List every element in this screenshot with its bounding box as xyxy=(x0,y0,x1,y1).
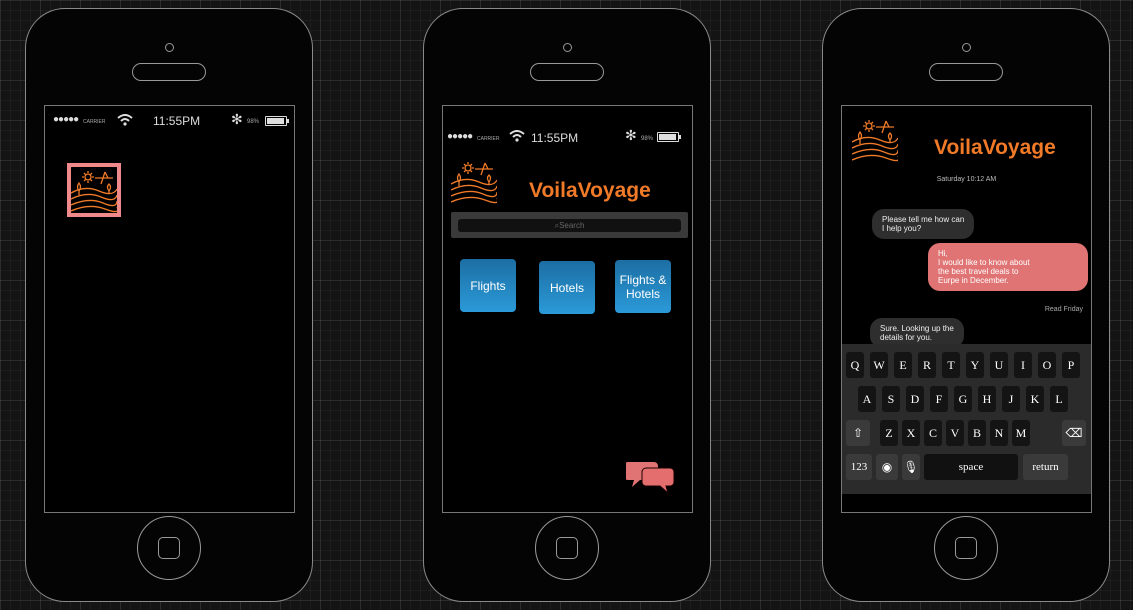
phone-splash: ●●●●● CARRIER 11:55PM ✻ 98% xyxy=(25,8,313,602)
status-bar: ●●●●● CARRIER 11:55PM ✻ 98% xyxy=(45,106,294,134)
speaker-slot xyxy=(132,63,206,81)
shift-icon: ⇧ xyxy=(852,426,864,440)
mic-key[interactable]: 🎙 xyxy=(902,454,920,480)
search-placeholder: Search xyxy=(559,221,585,230)
battery-fill xyxy=(659,134,676,140)
camera-dot xyxy=(962,43,971,52)
key-a[interactable]: A xyxy=(858,386,876,412)
app-logo-selected[interactable] xyxy=(67,163,121,217)
key-f[interactable]: F xyxy=(930,386,948,412)
key-z[interactable]: Z xyxy=(880,420,898,446)
bluetooth-icon: ✻ xyxy=(231,111,243,127)
battery-icon xyxy=(657,132,681,142)
key-x[interactable]: X xyxy=(902,420,920,446)
key-o[interactable]: O xyxy=(1038,352,1056,378)
key-n[interactable]: N xyxy=(990,420,1008,446)
splash-screen: ●●●●● CARRIER 11:55PM ✻ 98% xyxy=(44,105,295,513)
battery-percent: 98% xyxy=(247,119,260,125)
key-g[interactable]: G xyxy=(954,386,972,412)
phone-chat: VoilaVoyage Saturday 10:12 AM Please tel… xyxy=(822,8,1110,602)
flights-label: Flights xyxy=(470,278,506,293)
signal-dots: ●●●●● xyxy=(53,114,79,125)
shift-key[interactable]: ⇧ xyxy=(846,420,870,446)
key-v[interactable]: V xyxy=(946,420,964,446)
key-s[interactable]: S xyxy=(882,386,900,412)
wifi-icon xyxy=(117,114,133,126)
key-y[interactable]: Y xyxy=(966,352,984,378)
message-user: Hi, I would like to know about the best … xyxy=(928,243,1088,291)
carrier-label: CARRIER xyxy=(477,136,500,142)
key-u[interactable]: U xyxy=(990,352,1008,378)
key-j[interactable]: J xyxy=(1002,386,1020,412)
battery-percent: 98% xyxy=(641,136,654,142)
speaker-slot xyxy=(929,63,1003,81)
home-button-icon xyxy=(158,537,180,559)
home-button-icon xyxy=(556,537,578,559)
chat-screen: VoilaVoyage Saturday 10:12 AM Please tel… xyxy=(841,105,1092,513)
status-bar: ●●●●● CARRIER 11:55PM ✻ 98% xyxy=(443,123,692,151)
battery-icon xyxy=(265,116,289,126)
key-m[interactable]: M xyxy=(1012,420,1030,446)
home-button[interactable] xyxy=(934,516,998,580)
flights-hotels-button[interactable]: Flights & Hotels xyxy=(615,260,671,313)
keyboard: Q W E R T Y U I O P A S D F G H J K L ⇧ … xyxy=(842,344,1091,494)
mic-icon: 🎙 xyxy=(903,460,919,474)
key-k[interactable]: K xyxy=(1026,386,1044,412)
voilavoyage-logo-icon xyxy=(70,171,119,213)
key-t[interactable]: T xyxy=(942,352,960,378)
chat-timestamp: Saturday 10:12 AM xyxy=(936,176,997,183)
backspace-key[interactable]: ⌫ xyxy=(1062,420,1086,446)
globe-key[interactable]: ◉ xyxy=(876,454,898,480)
hotels-button[interactable]: Hotels xyxy=(539,261,595,314)
key-d[interactable]: D xyxy=(906,386,924,412)
key-q[interactable]: Q xyxy=(846,352,864,378)
carrier-label: CARRIER xyxy=(83,119,106,125)
bluetooth-icon: ✻ xyxy=(625,127,637,143)
camera-dot xyxy=(165,43,174,52)
phone-home: ●●●●● CARRIER 11:55PM ✻ 98% VoilaVoyage xyxy=(423,8,711,602)
home-button[interactable] xyxy=(137,516,201,580)
signal-dots: ●●●●● xyxy=(447,131,473,142)
battery-nub xyxy=(679,135,681,139)
status-time: 11:55PM xyxy=(153,114,201,128)
key-h[interactable]: H xyxy=(978,386,996,412)
key-c[interactable]: C xyxy=(924,420,942,446)
search-bar: ⌕Search xyxy=(451,212,688,238)
search-input[interactable]: ⌕Search xyxy=(458,219,681,232)
home-button-icon xyxy=(955,537,977,559)
key-w[interactable]: W xyxy=(870,352,888,378)
key-b[interactable]: B xyxy=(968,420,986,446)
flights-button[interactable]: Flights xyxy=(460,259,516,312)
key-e[interactable]: E xyxy=(894,352,912,378)
home-screen: ●●●●● CARRIER 11:55PM ✻ 98% VoilaVoyage xyxy=(442,105,693,513)
voilavoyage-logo-icon xyxy=(451,162,497,204)
battery-fill xyxy=(267,118,284,124)
backspace-icon: ⌫ xyxy=(1065,426,1083,440)
home-button[interactable] xyxy=(535,516,599,580)
voilavoyage-logo-icon xyxy=(852,120,898,162)
speaker-slot xyxy=(530,63,604,81)
space-key[interactable]: space xyxy=(924,454,1018,480)
message-bot: Please tell me how can I help you? xyxy=(872,209,975,239)
key-i[interactable]: I xyxy=(1014,352,1032,378)
numbers-key[interactable]: 123 xyxy=(846,454,872,480)
key-p[interactable]: P xyxy=(1062,352,1080,378)
brand-title: VoilaVoyage xyxy=(529,179,651,202)
camera-dot xyxy=(563,43,572,52)
chat-bubbles-icon[interactable] xyxy=(626,458,676,494)
flights-hotels-label: Flights & Hotels xyxy=(619,272,667,301)
key-r[interactable]: R xyxy=(918,352,936,378)
battery-nub xyxy=(287,119,289,123)
key-l[interactable]: L xyxy=(1050,386,1068,412)
read-receipt: Read Friday xyxy=(1044,306,1083,313)
return-key[interactable]: return xyxy=(1023,454,1068,480)
wifi-icon xyxy=(509,130,525,142)
status-time: 11:55PM xyxy=(531,131,579,145)
brand-title: VoilaVoyage xyxy=(934,136,1056,159)
globe-icon: ◉ xyxy=(881,460,893,474)
hotels-label: Hotels xyxy=(549,280,584,295)
